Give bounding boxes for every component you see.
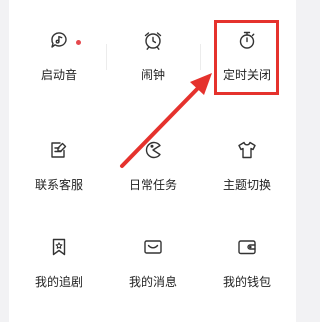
alarm-clock-icon: [142, 29, 164, 51]
bookmark-icon: [48, 236, 70, 258]
music-bubble-icon: [48, 29, 70, 51]
tshirt-icon: [236, 139, 258, 161]
menu-item-my-messages[interactable]: 我的消息: [106, 207, 200, 307]
menu-item-alarm[interactable]: 闹钟: [106, 0, 200, 100]
menu-item-my-wallet[interactable]: 我的钱包: [200, 207, 294, 307]
edit-note-icon: [48, 139, 70, 161]
highlight-box: [214, 20, 279, 95]
menu-item-label: 我的消息: [128, 275, 177, 289]
menu-item-label: 我的钱包: [222, 275, 271, 289]
menu-item-label: 联系客服: [34, 178, 83, 192]
menu-item-theme-switch[interactable]: 主题切换: [200, 110, 294, 210]
envelope-icon: [142, 236, 164, 258]
menu-item-label: 我的追剧: [34, 275, 83, 289]
menu-item-label: 主题切换: [222, 178, 271, 192]
menu-item-label: 闹钟: [140, 68, 165, 82]
menu-item-daily-tasks[interactable]: 日常任务: [106, 110, 200, 210]
menu-item-customer-service[interactable]: 联系客服: [12, 110, 106, 210]
notification-badge: [76, 40, 81, 45]
wallet-icon: [236, 236, 258, 258]
menu-item-label: 日常任务: [128, 178, 177, 192]
menu-item-label: 启动音: [40, 68, 77, 82]
menu-item-my-shows[interactable]: 我的追剧: [12, 207, 106, 307]
pacman-icon: [142, 139, 164, 161]
menu-item-wake-sound[interactable]: 启动音: [12, 0, 106, 100]
